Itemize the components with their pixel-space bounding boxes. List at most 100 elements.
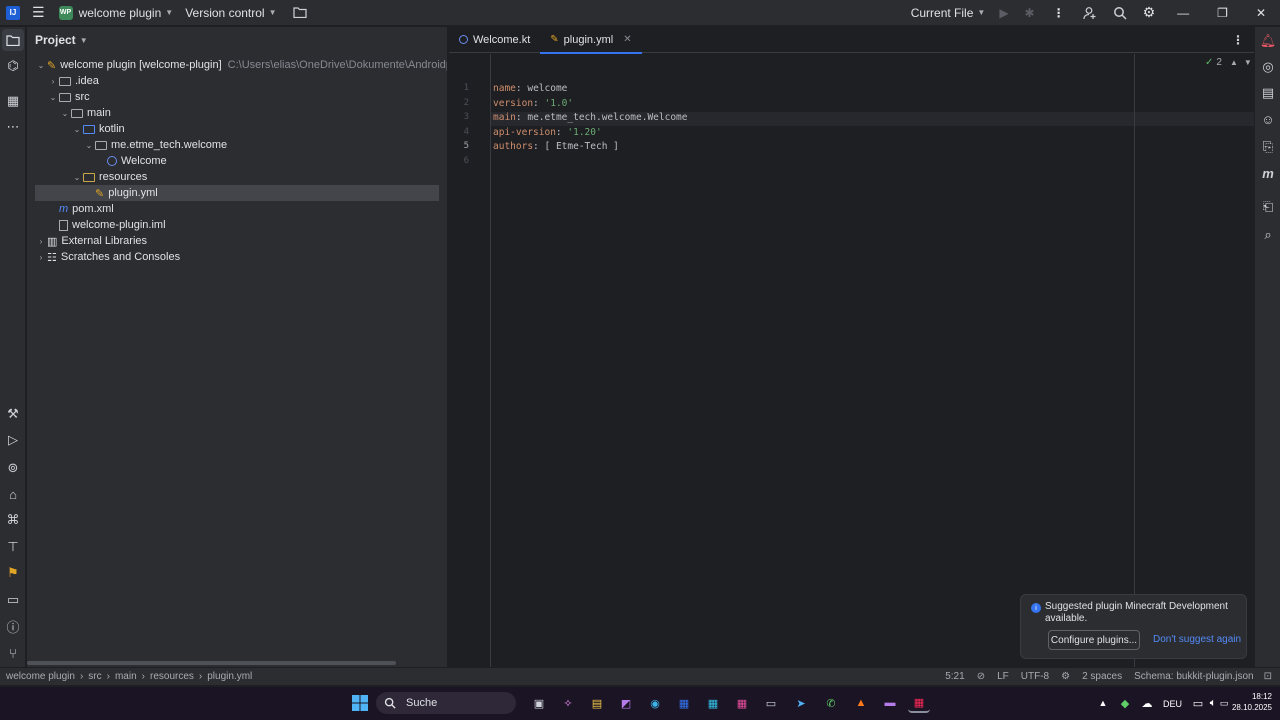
windows-start-icon[interactable] <box>349 693 371 713</box>
code-line[interactable]: name: welcome <box>493 83 567 94</box>
folder-icon[interactable] <box>283 0 317 26</box>
settings-gear-icon[interactable]: ⚙ <box>1135 0 1164 26</box>
search-icon[interactable] <box>1105 0 1135 26</box>
chevron-down-icon[interactable]: ⌄ <box>71 125 83 134</box>
horizontal-scrollbar[interactable] <box>27 661 396 665</box>
store-icon[interactable]: ▤ <box>586 693 608 713</box>
taskbar-search-box[interactable]: Suche <box>376 692 516 714</box>
json-schema[interactable]: Schema: bukkit-plugin.json <box>1134 671 1254 682</box>
run-tool-icon[interactable]: ▷ <box>0 428 26 452</box>
code-line[interactable]: main: me.etme_tech.welcome.Welcome <box>493 112 688 123</box>
jetbrains-app-icon[interactable]: ▦ <box>673 693 695 713</box>
app-logo-icon[interactable]: IJ <box>6 5 20 20</box>
tray-overflow-chevron-icon[interactable]: ▲ <box>1092 693 1114 713</box>
profiler-icon[interactable]: ⌘ <box>0 508 26 532</box>
debug-icon[interactable]: ✱ <box>1017 0 1043 26</box>
project-tool-folder-icon[interactable] <box>2 29 24 51</box>
main-menu-button[interactable]: ☰ <box>24 0 53 26</box>
database-icon[interactable]: ▤ <box>1255 81 1280 105</box>
tab-plugin-yml[interactable]: ✎ plugin.yml ✕ <box>540 27 642 54</box>
app-icon-purple[interactable]: ▬ <box>879 693 901 713</box>
configure-plugins-button[interactable]: Configure plugins... <box>1048 630 1140 650</box>
tree-item[interactable]: ⌄ me.etme_tech.welcome <box>35 137 439 153</box>
code-style-icon[interactable]: ⚙ <box>1061 671 1070 682</box>
chevron-right-icon[interactable]: › <box>47 77 59 86</box>
webstorm-icon[interactable]: ▦ <box>702 693 724 713</box>
chevron-up-icon[interactable]: ▲ <box>1230 58 1238 67</box>
tree-item[interactable]: welcome-plugin.iml <box>35 217 439 233</box>
inspection-widget[interactable]: ✓ 2 ▲ ▼ <box>1205 57 1252 68</box>
chevron-down-icon[interactable]: ⌄ <box>59 109 71 118</box>
clock[interactable]: 18:12 28.10.2025 <box>1226 691 1272 713</box>
build-tools-icon[interactable]: ⚒ <box>0 402 26 426</box>
tree-item[interactable]: m pom.xml <box>35 201 439 217</box>
task-view-icon[interactable]: ▣ <box>528 693 550 713</box>
phpstorm-icon[interactable]: ▦ <box>731 693 753 713</box>
more-tools-icon[interactable]: ⋯ <box>0 115 26 139</box>
tree-item[interactable]: ⌄ resources <box>35 169 439 185</box>
dont-suggest-again-link[interactable]: Don't suggest again <box>1153 634 1241 645</box>
close-tab-icon[interactable]: ✕ <box>623 34 631 45</box>
readonly-toggle-icon[interactable]: ⊘ <box>977 671 985 682</box>
run-icon[interactable]: ▶ <box>991 0 1016 26</box>
breadcrumb-item[interactable]: resources <box>150 671 194 682</box>
tray-security-icon[interactable]: ◆ <box>1114 693 1136 713</box>
code-line[interactable]: api-version: '1.20' <box>493 127 602 138</box>
problems-icon[interactable]: ⓘ <box>0 614 26 638</box>
chevron-down-icon[interactable]: ⌄ <box>35 61 47 70</box>
minimize-button[interactable]: — <box>1163 0 1203 26</box>
copilot-app-icon[interactable]: ✧ <box>557 693 579 713</box>
find-usages-icon[interactable]: ⌕ <box>1255 223 1280 247</box>
services-icon[interactable]: ⊚ <box>0 456 26 480</box>
terminal-icon[interactable]: ▭ <box>0 588 26 612</box>
vcs-selector[interactable]: Version control ▼ <box>179 0 282 26</box>
telegram-icon[interactable]: ➤ <box>790 693 812 713</box>
documents-icon[interactable]: ⎗ <box>1255 195 1280 219</box>
run-config-selector[interactable]: Current File ▼ <box>905 0 992 26</box>
tree-item[interactable]: ✎ plugin.yml <box>35 185 439 201</box>
terminal-app-icon[interactable]: ▭ <box>760 693 782 713</box>
tree-item[interactable]: ⌄ main <box>35 105 439 121</box>
code-line[interactable]: authors: [ Etme-Tech ] <box>493 141 619 152</box>
gradle-icon[interactable]: ⎘ <box>1255 135 1280 159</box>
lock-icon[interactable]: ⊡ <box>1264 671 1272 682</box>
maven-icon[interactable]: m <box>1255 161 1280 185</box>
edge-icon[interactable]: ◉ <box>644 693 666 713</box>
intellij-taskbar-icon[interactable]: ▦ <box>908 693 930 713</box>
endpoints-icon[interactable]: ⊤ <box>0 535 26 559</box>
file-encoding[interactable]: UTF-8 <box>1021 671 1049 682</box>
breadcrumb-item[interactable]: src <box>88 671 101 682</box>
cursor-position[interactable]: 5:21 <box>945 671 964 682</box>
copilot-icon[interactable]: ☺ <box>1255 107 1280 131</box>
chevron-down-icon[interactable]: ⌄ <box>47 93 59 102</box>
indent-setting[interactable]: 2 spaces <box>1082 671 1122 682</box>
notifications-bell-icon[interactable]: 🔔︎ <box>1255 29 1280 53</box>
tree-item[interactable]: ⌄ ✎ welcome plugin [welcome-plugin] C:\User… <box>35 57 447 73</box>
chevron-down-icon[interactable]: ⌄ <box>83 141 95 150</box>
breadcrumb-item[interactable]: main <box>115 671 137 682</box>
tree-item[interactable]: › ▥ External Libraries <box>35 233 439 249</box>
tree-item[interactable]: ⌄ kotlin <box>35 121 439 137</box>
git-icon[interactable]: ⑂ <box>0 641 26 665</box>
tree-item[interactable]: › ☷ Scratches and Consoles <box>35 249 439 265</box>
maximize-button[interactable]: ❐ <box>1203 0 1242 26</box>
tab-welcome-kt[interactable]: Welcome.kt <box>449 27 540 53</box>
tab-options-icon[interactable]: ⋮ <box>1222 33 1254 47</box>
tree-item[interactable]: › .idea <box>35 73 439 89</box>
more-actions-icon[interactable]: ⋮ <box>1043 0 1075 26</box>
chevron-right-icon[interactable]: › <box>35 253 47 262</box>
close-button[interactable]: ✕ <box>1242 0 1280 26</box>
chevron-down-icon[interactable]: ⌄ <box>71 173 83 182</box>
build-icon[interactable]: ⌂ <box>0 482 26 506</box>
chevron-right-icon[interactable]: › <box>35 237 47 246</box>
whatsapp-icon[interactable]: ✆ <box>820 693 842 713</box>
add-user-icon[interactable] <box>1075 0 1105 26</box>
project-selector[interactable]: WP welcome plugin ▼ <box>53 0 180 26</box>
breadcrumb-item[interactable]: plugin.yml <box>207 671 252 682</box>
explorer-icon[interactable]: ◩ <box>615 693 637 713</box>
structure-icon[interactable]: ▦ <box>0 89 26 113</box>
tray-onedrive-icon[interactable]: ☁ <box>1136 693 1158 713</box>
chevron-down-icon[interactable]: ▼ <box>1244 58 1252 67</box>
tree-item[interactable]: ⌄ src <box>35 89 439 105</box>
line-separator[interactable]: LF <box>997 671 1009 682</box>
